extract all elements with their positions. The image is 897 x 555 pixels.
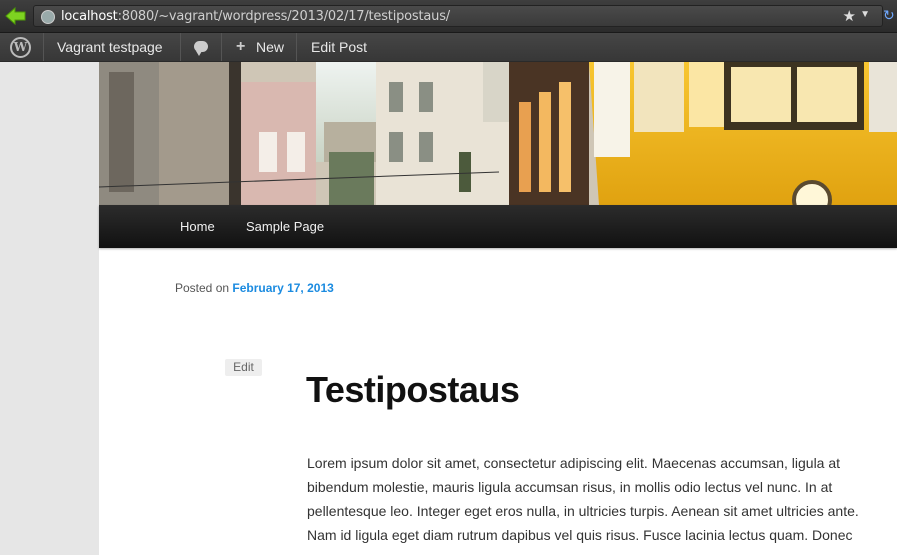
url-text: localhost:8080/~vagrant/wordpress/2013/0… <box>61 9 450 24</box>
address-bar[interactable]: localhost:8080/~vagrant/wordpress/2013/0… <box>33 5 883 27</box>
chevron-down-icon[interactable]: ▼ <box>860 9 870 20</box>
divider <box>180 33 181 61</box>
post-meta: Posted on February 17, 2013 <box>175 281 334 295</box>
back-arrow-icon[interactable] <box>4 5 28 27</box>
edit-post-link[interactable]: Edit Post <box>311 33 367 61</box>
post-date-link[interactable]: February 17, 2013 <box>232 281 333 295</box>
edit-post-button[interactable]: Edit <box>225 359 262 376</box>
post-body: Lorem ipsum dolor sit amet, consectetur … <box>307 455 859 543</box>
bookmark-star-icon[interactable]: ★ <box>843 7 856 25</box>
comments-icon[interactable] <box>194 41 208 56</box>
posted-on-label: Posted on <box>175 281 230 295</box>
site-name-link[interactable]: Vagrant testpage <box>57 33 163 61</box>
post-title: Testipostaus <box>306 369 520 410</box>
main-navigation: Home Sample Page <box>99 205 897 248</box>
browser-toolbar: localhost:8080/~vagrant/wordpress/2013/0… <box>0 0 897 33</box>
nav-sample-page-link[interactable]: Sample Page <box>246 219 324 234</box>
divider <box>296 33 297 61</box>
divider <box>43 33 44 61</box>
divider <box>221 33 222 61</box>
plus-icon[interactable]: + <box>236 33 245 61</box>
nav-home-link[interactable]: Home <box>180 219 215 234</box>
site-page: Home Sample Page Posted on February 17, … <box>99 62 897 555</box>
new-content-link[interactable]: New <box>256 33 284 61</box>
wordpress-logo-icon[interactable]: W <box>10 37 31 58</box>
globe-icon <box>41 10 55 24</box>
wp-admin-bar: W Vagrant testpage + New Edit Post <box>0 33 897 62</box>
header-image[interactable] <box>99 62 897 205</box>
reload-icon[interactable]: ↻ <box>883 7 897 23</box>
